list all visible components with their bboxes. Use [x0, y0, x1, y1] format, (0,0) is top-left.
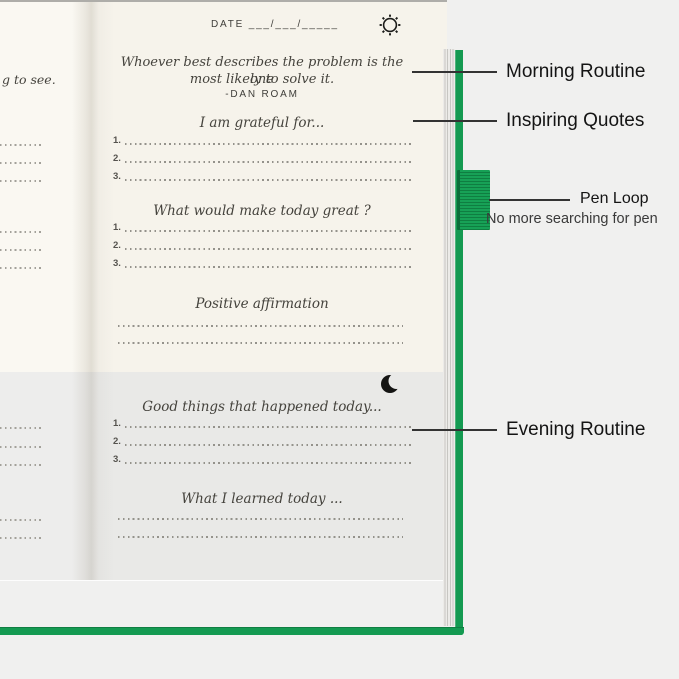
annotation-pen-loop-subtitle: No more searching for pen — [486, 211, 658, 227]
moon-icon — [379, 372, 403, 401]
left-page-dotted-line — [0, 231, 43, 233]
left-page-dotted-line — [0, 464, 43, 466]
dotted-writing-line — [125, 179, 411, 181]
today-great-section-title: What would make today great ? — [113, 203, 411, 219]
annotation-pen-loop: Pen Loop — [580, 190, 649, 208]
dotted-writing-line — [125, 143, 411, 145]
left-page-dotted-line — [0, 249, 43, 251]
left-page-dotted-line — [0, 180, 43, 182]
row-number: 1. — [113, 419, 121, 429]
dotted-writing-line — [125, 444, 411, 446]
grateful-line-1: 1. — [113, 132, 411, 146]
grateful-section-title: I am grateful for... — [113, 115, 411, 131]
dotted-writing-line — [125, 426, 411, 428]
today-great-line-3: 3. — [113, 255, 411, 269]
left-page-dotted-line — [0, 162, 43, 164]
left-page-dotted-line — [0, 537, 43, 539]
dotted-writing-line — [118, 342, 403, 344]
good-things-section-title: Good things that happened today... — [113, 399, 411, 415]
left-page-text-fragment: g to see. — [2, 72, 56, 87]
row-number: 1. — [113, 223, 121, 233]
inspiring-quote-line2: most likely to solve it. — [113, 72, 411, 89]
sun-icon — [379, 14, 401, 41]
journal-open-pages: g to see. DATE ___/___/_____ — [0, 0, 447, 580]
today-great-line-1: 1. — [113, 219, 411, 233]
today-great-line-2: 2. — [113, 237, 411, 251]
grateful-line-2: 2. — [113, 150, 411, 164]
left-page-dotted-line — [0, 267, 43, 269]
row-number: 3. — [113, 259, 121, 269]
annotation-inspiring-quotes: Inspiring Quotes — [506, 110, 644, 132]
dotted-writing-line — [125, 161, 411, 163]
dotted-writing-line — [118, 325, 403, 327]
product-annotation-image: g to see. DATE ___/___/_____ — [0, 0, 679, 679]
dotted-writing-line — [125, 266, 411, 268]
grateful-line-3: 3. — [113, 168, 411, 182]
annotation-morning-routine: Morning Routine — [506, 61, 645, 83]
good-things-line-1: 1. — [113, 415, 411, 429]
dotted-writing-line — [125, 462, 411, 464]
left-page-dotted-line — [0, 144, 43, 146]
row-number: 2. — [113, 437, 121, 447]
left-page-dotted-line — [0, 446, 43, 448]
row-number: 2. — [113, 241, 121, 251]
dotted-writing-line — [125, 248, 411, 250]
left-page-dotted-line — [0, 427, 43, 429]
row-number: 3. — [113, 172, 121, 182]
learned-section-title: What I learned today ... — [113, 491, 411, 507]
callout-line-pen-loop — [489, 199, 570, 201]
green-cover-spine — [455, 50, 463, 635]
row-number: 1. — [113, 136, 121, 146]
dotted-writing-line — [118, 518, 403, 520]
good-things-line-3: 3. — [113, 451, 411, 465]
date-field: DATE ___/___/_____ — [211, 19, 339, 30]
left-page-dotted-line — [0, 519, 43, 521]
quote-author: -DAN ROAM — [113, 89, 411, 100]
dotted-writing-line — [118, 536, 403, 538]
affirmation-section-title: Positive affirmation — [113, 296, 411, 312]
dotted-writing-line — [125, 230, 411, 232]
annotation-evening-routine: Evening Routine — [506, 419, 645, 441]
row-number: 2. — [113, 154, 121, 164]
good-things-line-2: 2. — [113, 433, 411, 447]
row-number: 3. — [113, 455, 121, 465]
green-cover-bottom-edge — [0, 627, 464, 635]
